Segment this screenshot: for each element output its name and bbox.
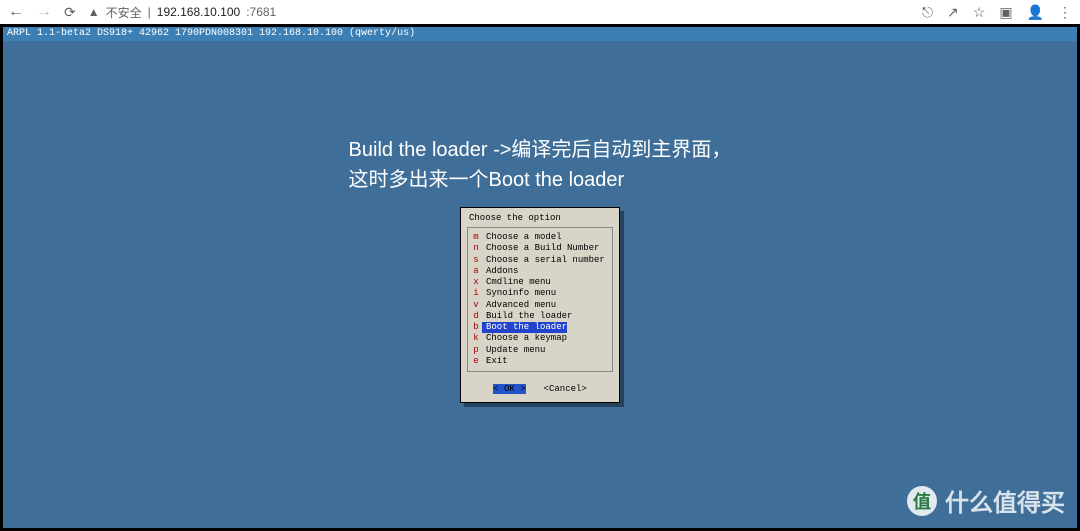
menu-item[interactable]: iSynoinfo menu <box>470 288 610 299</box>
dialog-title: Choose the option <box>461 208 619 225</box>
menu-item-key: p <box>470 345 482 356</box>
menu-item-key: n <box>470 243 482 254</box>
page-content: ARPL 1.1-beta2 DS918+ 42962 1790PDN00830… <box>0 24 1080 531</box>
dialog-buttons: < OK > <Cancel> <box>461 378 619 402</box>
menu-item-key: s <box>470 255 482 266</box>
cancel-button[interactable]: <Cancel> <box>544 384 587 394</box>
forward-button[interactable]: → <box>36 3 52 21</box>
menu-item[interactable]: sChoose a serial number <box>470 255 610 266</box>
insecure-icon: ▲ <box>88 5 100 19</box>
watermark-text: 什么值得买 <box>945 483 1065 518</box>
terminal-background: ARPL 1.1-beta2 DS918+ 42962 1790PDN00830… <box>3 27 1077 528</box>
menu-item[interactable]: pUpdate menu <box>470 345 610 356</box>
menu-item-label: Cmdline menu <box>482 277 551 288</box>
option-dialog: Choose the option mChoose a modelnChoose… <box>460 207 620 403</box>
menu-item-label: Update menu <box>482 345 545 356</box>
menu-item-key: m <box>470 232 482 243</box>
browser-right-icons: ⎋ ↗ ☆ ▣ 👤 ⋮ <box>922 4 1072 21</box>
menu-item-label: Addons <box>482 266 518 277</box>
menu-item-key: e <box>470 356 482 367</box>
menu-item[interactable]: vAdvanced menu <box>470 300 610 311</box>
menu-item-label: Choose a model <box>482 232 562 243</box>
menu-item[interactable]: kChoose a keymap <box>470 333 610 344</box>
translate-icon[interactable]: ⎋ <box>922 4 933 21</box>
menu-item-key: i <box>470 288 482 299</box>
menu-item-label: Boot the loader <box>482 322 567 333</box>
url-port: :7681 <box>246 5 276 19</box>
share-icon[interactable]: ↗ <box>947 4 959 21</box>
menu-icon[interactable]: ⋮ <box>1058 4 1072 21</box>
menu-item-label: Exit <box>482 356 508 367</box>
menu-item[interactable]: eExit <box>470 356 610 367</box>
menu-item[interactable]: aAddons <box>470 266 610 277</box>
menu-item[interactable]: dBuild the loader <box>470 311 610 322</box>
menu-item[interactable]: mChoose a model <box>470 232 610 243</box>
watermark-badge: 值 <box>907 486 937 516</box>
ok-button[interactable]: < OK > <box>493 384 525 394</box>
profile-icon[interactable]: 👤 <box>1027 4 1044 21</box>
menu-item-label: Build the loader <box>482 311 572 322</box>
menu-item-key: b <box>470 322 482 333</box>
reload-button[interactable]: ⟳ <box>64 4 76 21</box>
terminal-status-bar: ARPL 1.1-beta2 DS918+ 42962 1790PDN00830… <box>3 27 1077 41</box>
menu-item-key: v <box>470 300 482 311</box>
insecure-label: 不安全 <box>106 4 142 21</box>
menu-item-key: d <box>470 311 482 322</box>
menu-item-label: Advanced menu <box>482 300 556 311</box>
menu-item-key: a <box>470 266 482 277</box>
back-button[interactable]: ← <box>8 3 24 21</box>
menu-item-key: k <box>470 333 482 344</box>
menu-item[interactable]: bBoot the loader <box>470 322 610 333</box>
overlay-caption: Build the loader ->编译完后自动到主界面， 这时多出来一个Bo… <box>349 135 732 195</box>
menu-item-key: x <box>470 277 482 288</box>
watermark: 值 什么值得买 <box>907 483 1065 518</box>
status-text: ARPL 1.1-beta2 DS918+ 42962 1790PDN00830… <box>7 28 415 39</box>
bookmark-icon[interactable]: ☆ <box>973 4 986 21</box>
menu-item[interactable]: xCmdline menu <box>470 277 610 288</box>
menu-item[interactable]: nChoose a Build Number <box>470 243 610 254</box>
caption-line-1: Build the loader ->编译完后自动到主界面， <box>349 135 732 165</box>
menu-item-label: Choose a Build Number <box>482 243 599 254</box>
url-host: 192.168.10.100 <box>157 5 240 19</box>
menu-item-label: Choose a serial number <box>482 255 605 266</box>
extensions-icon[interactable]: ▣ <box>999 4 1012 21</box>
browser-toolbar: ← → ⟳ ▲ 不安全 | 192.168.10.100:7681 ⎋ ↗ ☆ … <box>0 0 1080 24</box>
address-bar[interactable]: ▲ 不安全 | 192.168.10.100:7681 <box>88 4 910 21</box>
menu-item-label: Choose a keymap <box>482 333 567 344</box>
caption-line-2: 这时多出来一个Boot the loader <box>349 165 732 195</box>
menu-item-label: Synoinfo menu <box>482 288 556 299</box>
dialog-menu: mChoose a modelnChoose a Build NumbersCh… <box>467 227 613 372</box>
